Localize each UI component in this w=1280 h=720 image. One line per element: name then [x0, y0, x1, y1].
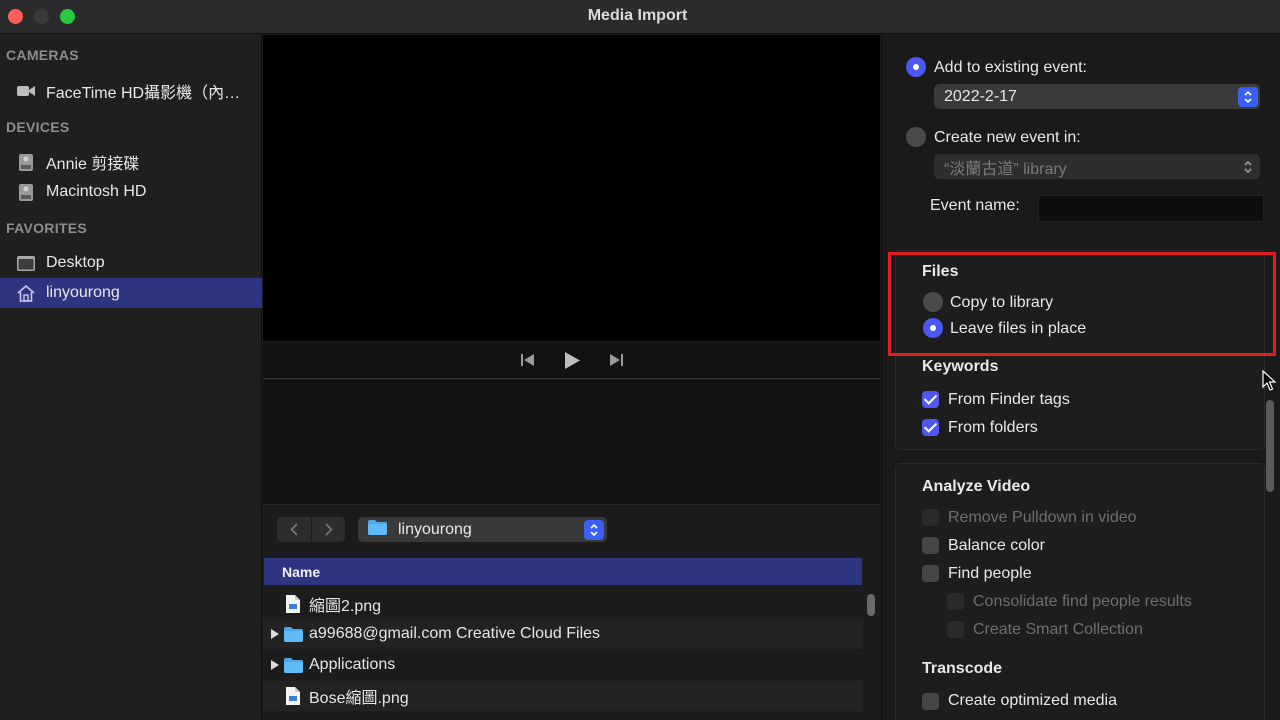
event-name-label: Event name:: [930, 197, 1020, 214]
document-icon: [283, 686, 303, 706]
next-clip-button[interactable]: [607, 351, 625, 369]
file-name: 縮圖2.png: [309, 598, 382, 615]
find-people-checkbox[interactable]: [922, 565, 939, 582]
file-list-scrollbar[interactable]: [865, 592, 877, 720]
files-section-highlight: [888, 252, 1276, 356]
add-existing-event-radio[interactable]: [906, 57, 926, 77]
create-new-event-radio[interactable]: [906, 127, 926, 147]
consolidate-find-people-checkbox[interactable]: [947, 593, 964, 610]
transcode-section-title: Transcode: [922, 660, 1003, 677]
sidebar-item-facetime-camera[interactable]: FaceTime HD攝影機（內…: [0, 76, 262, 106]
window-title: Media Import: [587, 7, 688, 24]
sidebar-item-desktop[interactable]: Desktop: [0, 248, 262, 278]
disclosure-triangle-icon[interactable]: [269, 629, 281, 639]
back-forward-buttons: [277, 517, 345, 542]
desktop-icon: [15, 254, 37, 272]
balance-color-label: Balance color: [948, 537, 1045, 554]
camera-icon: [15, 82, 37, 100]
disclosure-triangle-icon[interactable]: [269, 660, 281, 670]
file-row[interactable]: Bose縮圖.png: [263, 681, 863, 711]
import-options-panel: Add to existing event: 2022-2-17 Create …: [881, 35, 1280, 720]
filmstrip-area: [263, 380, 880, 504]
balance-color-checkbox[interactable]: [922, 537, 939, 554]
create-new-event-label: Create new event in:: [934, 129, 1081, 146]
from-folders-checkbox[interactable]: [922, 419, 939, 436]
sidebar-item-annie-drive[interactable]: Annie 剪接碟: [0, 147, 262, 177]
preview-viewer: [263, 35, 880, 341]
find-people-label: Find people: [948, 565, 1032, 582]
back-button[interactable]: [277, 517, 311, 542]
section-header-favorites: FAVORITES: [6, 220, 88, 236]
title-bar: Media Import: [0, 0, 1280, 34]
drive-icon: [15, 153, 37, 171]
document-icon: [283, 594, 303, 614]
mouse-pointer-icon: [1262, 369, 1277, 397]
analyze-video-section-title: Analyze Video: [922, 478, 1031, 495]
chevron-updown-icon: [1238, 86, 1258, 107]
sidebar-item-label: FaceTime HD攝影機（內…: [46, 85, 241, 102]
file-name: Applications: [309, 656, 396, 673]
add-existing-event-label: Add to existing event:: [934, 59, 1087, 76]
chevron-updown-icon: [1238, 157, 1258, 177]
from-finder-tags-label: From Finder tags: [948, 391, 1070, 408]
create-smart-collection-label: Create Smart Collection: [973, 621, 1143, 638]
name-column-header[interactable]: Name: [264, 558, 862, 585]
home-icon: [15, 284, 37, 302]
file-row[interactable]: 縮圖2.png: [263, 589, 863, 619]
file-list: Name 縮圖2.png a99688@gmail.com Creative C…: [263, 556, 880, 720]
drive-icon: [15, 183, 37, 201]
play-button[interactable]: [563, 351, 581, 369]
create-optimized-media-checkbox[interactable]: [922, 693, 939, 710]
file-row[interactable]: Applications: [263, 650, 863, 680]
playback-controls: [263, 341, 880, 379]
folder-icon: [283, 624, 303, 644]
file-name: Bose縮圖.png: [309, 690, 409, 707]
analyze-transcode-group: [895, 463, 1265, 720]
source-sidebar: CAMERAS FaceTime HD攝影機（內… DEVICES Annie …: [0, 35, 262, 720]
create-optimized-media-label: Create optimized media: [948, 692, 1117, 709]
from-finder-tags-checkbox[interactable]: [922, 391, 939, 408]
remove-pulldown-checkbox[interactable]: [922, 509, 939, 526]
file-row[interactable]: a99688@gmail.com Creative Cloud Files: [263, 619, 863, 649]
create-smart-collection-checkbox[interactable]: [947, 621, 964, 638]
sidebar-item-label: Macintosh HD: [46, 183, 147, 200]
remove-pulldown-label: Remove Pulldown in video: [948, 509, 1137, 526]
sidebar-item-macintosh-hd[interactable]: Macintosh HD: [0, 177, 262, 207]
section-header-devices: DEVICES: [6, 119, 70, 135]
chevron-updown-icon: [584, 519, 604, 540]
sidebar-item-label: linyourong: [46, 284, 120, 301]
current-folder-label: linyourong: [398, 520, 472, 538]
sidebar-item-home[interactable]: linyourong: [0, 278, 262, 308]
folder-icon: [368, 519, 387, 540]
folder-path-popup[interactable]: linyourong: [358, 517, 607, 542]
existing-event-value: 2022-2-17: [944, 87, 1017, 105]
previous-clip-button[interactable]: [519, 351, 537, 369]
new-event-library-value: “淡蘭古道” library: [944, 160, 1067, 178]
file-name: a99688@gmail.com Creative Cloud Files: [309, 625, 601, 642]
scrollbar-thumb[interactable]: [867, 594, 875, 616]
sidebar-item-label: Desktop: [46, 254, 105, 271]
sidebar-item-label: Annie 剪接碟: [46, 156, 140, 173]
forward-button[interactable]: [311, 517, 345, 542]
from-folders-label: From folders: [948, 419, 1038, 436]
new-event-library-popup[interactable]: “淡蘭古道” library: [934, 154, 1260, 179]
options-panel-scrollbar[interactable]: [1266, 400, 1274, 492]
consolidate-find-people-label: Consolidate find people results: [973, 593, 1192, 610]
existing-event-popup[interactable]: 2022-2-17: [934, 84, 1260, 109]
browser-toolbar: linyourong: [263, 504, 880, 556]
event-name-field[interactable]: [1038, 195, 1264, 222]
section-header-cameras: CAMERAS: [6, 47, 79, 63]
keywords-section-title: Keywords: [922, 358, 999, 375]
folder-icon: [283, 655, 303, 675]
